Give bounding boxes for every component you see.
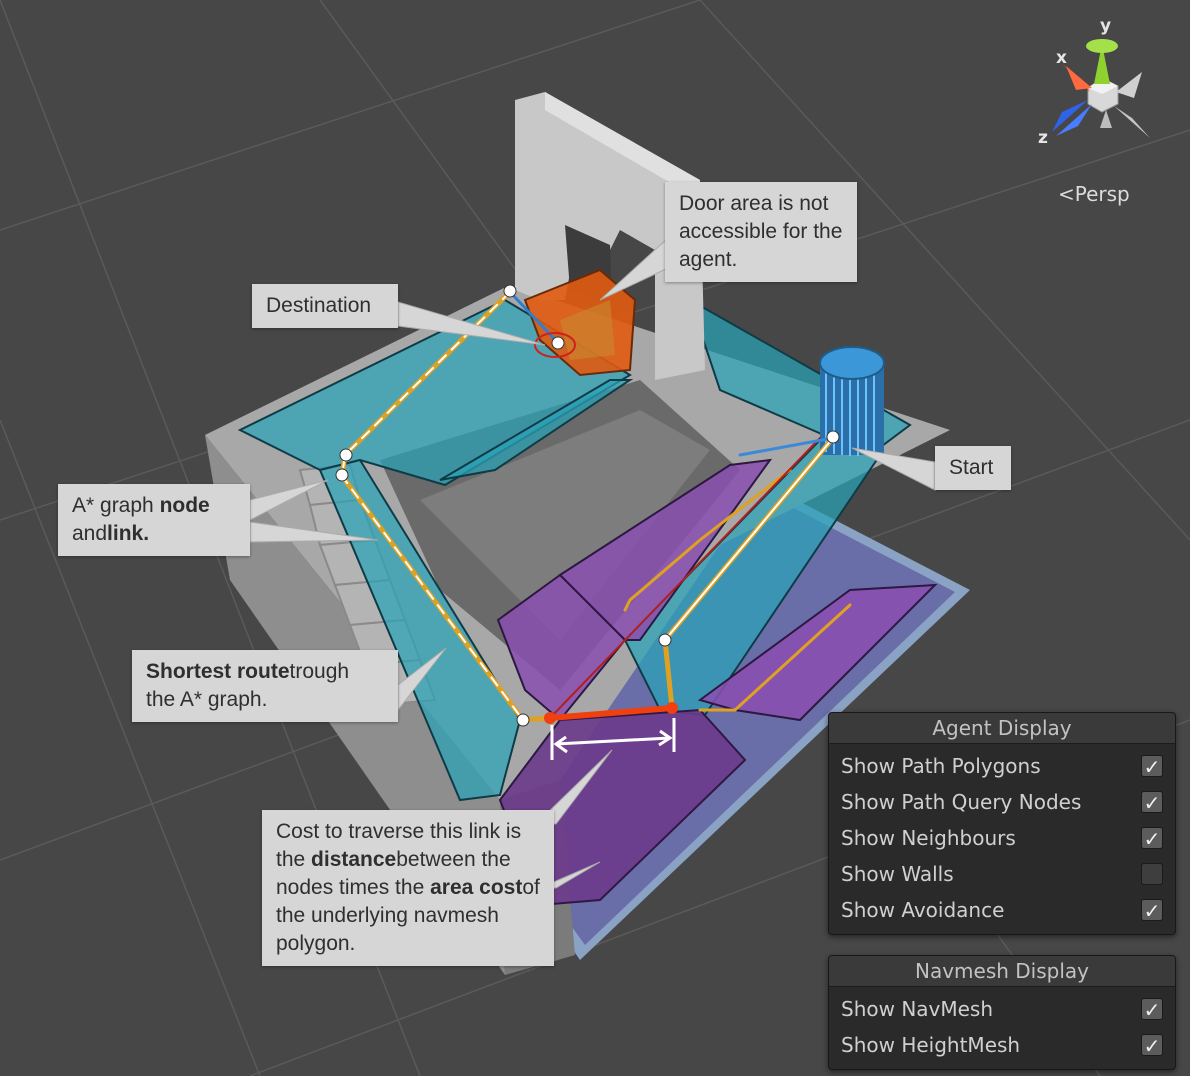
option-label: Show NavMesh bbox=[841, 997, 994, 1021]
navmesh-display-title: Navmesh Display bbox=[829, 956, 1175, 987]
option-label: Show Neighbours bbox=[841, 826, 1016, 850]
callout-graph-text-2: node bbox=[159, 494, 210, 517]
callout-door-text: Door area is not accessible for the agen… bbox=[679, 192, 843, 271]
option-label: Show Path Query Nodes bbox=[841, 790, 1082, 814]
option-show-neighbours[interactable]: Show Neighbours ✓ bbox=[829, 820, 1175, 856]
option-label: Show Path Polygons bbox=[841, 754, 1041, 778]
option-show-path-query-nodes[interactable]: Show Path Query Nodes ✓ bbox=[829, 784, 1175, 820]
callout-graph-node-link: A* graph node andlink. bbox=[58, 484, 250, 556]
option-show-avoidance[interactable]: Show Avoidance ✓ bbox=[829, 892, 1175, 928]
option-show-heightmesh[interactable]: Show HeightMesh ✓ bbox=[829, 1027, 1175, 1063]
gizmo-x-label: x bbox=[1056, 48, 1067, 68]
callout-cost: Cost to traverse this link is the distan… bbox=[262, 810, 554, 966]
option-label: Show Walls bbox=[841, 862, 954, 886]
checkbox-show-walls[interactable] bbox=[1141, 863, 1163, 885]
option-label: Show Avoidance bbox=[841, 898, 1005, 922]
option-label: Show HeightMesh bbox=[841, 1033, 1021, 1057]
navmesh-display-panel: Navmesh Display Show NavMesh ✓ Show Heig… bbox=[828, 955, 1176, 1070]
agent-display-panel: Agent Display Show Path Polygons ✓ Show … bbox=[828, 712, 1176, 935]
option-show-walls[interactable]: Show Walls bbox=[829, 856, 1175, 892]
callout-cost-text-4: area cost bbox=[430, 876, 523, 899]
agent-display-title: Agent Display bbox=[829, 713, 1175, 744]
option-show-path-polygons[interactable]: Show Path Polygons ✓ bbox=[829, 748, 1175, 784]
callout-destination: Destination bbox=[252, 284, 398, 328]
projection-label: Persp bbox=[1074, 182, 1130, 206]
checkbox-show-navmesh[interactable]: ✓ bbox=[1141, 998, 1163, 1021]
checkbox-show-path-query-nodes[interactable]: ✓ bbox=[1141, 791, 1163, 814]
checkbox-show-avoidance[interactable]: ✓ bbox=[1141, 899, 1163, 922]
perspective-arrow-icon: < bbox=[1058, 182, 1075, 206]
checkbox-show-neighbours[interactable]: ✓ bbox=[1141, 827, 1163, 850]
callout-start: Start bbox=[935, 446, 1011, 490]
callout-graph-text-3: and bbox=[72, 522, 108, 545]
callout-graph-text-4: link. bbox=[107, 522, 150, 545]
projection-toggle[interactable]: <Persp bbox=[1058, 182, 1130, 206]
gizmo-y-label: y bbox=[1100, 16, 1112, 36]
option-show-navmesh[interactable]: Show NavMesh ✓ bbox=[829, 991, 1175, 1027]
checkbox-show-heightmesh[interactable]: ✓ bbox=[1141, 1034, 1163, 1057]
callout-destination-text: Destination bbox=[266, 294, 372, 317]
gizmo-z-label: z bbox=[1038, 128, 1048, 148]
callout-graph-text-1: A* graph bbox=[72, 494, 160, 517]
callout-route-text-1: Shortest route bbox=[146, 660, 290, 683]
callout-door: Door area is not accessible for the agen… bbox=[665, 182, 857, 282]
callout-cost-text-2: distance bbox=[311, 848, 397, 871]
callout-start-text: Start bbox=[949, 456, 994, 479]
checkbox-show-path-polygons[interactable]: ✓ bbox=[1141, 755, 1163, 778]
callout-shortest-route: Shortest routetrough the A* graph. bbox=[132, 650, 398, 722]
